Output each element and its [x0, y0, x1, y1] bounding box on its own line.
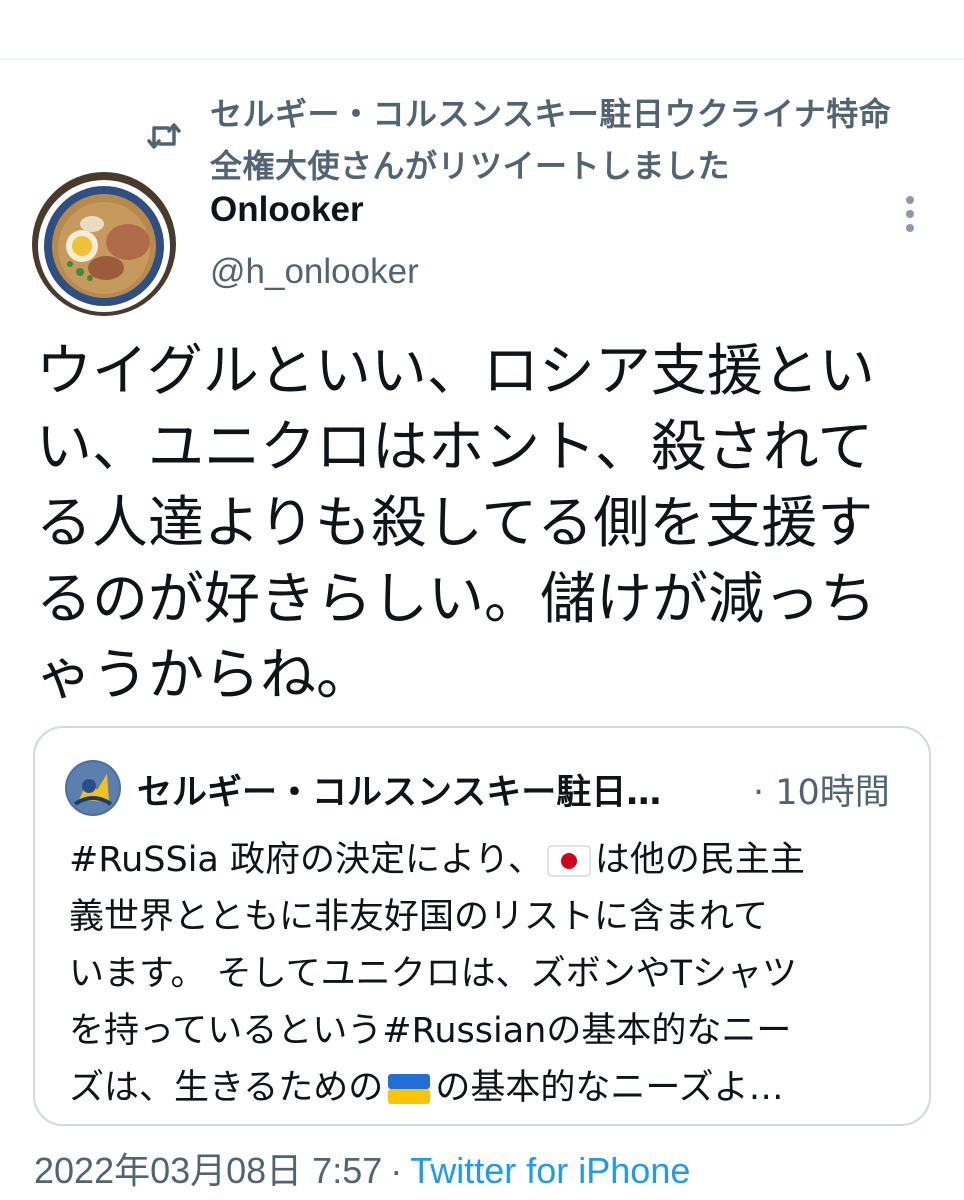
quoted-text-line: ズは、生きるための の基本的なニーズよ… — [69, 1060, 919, 1117]
header-divider — [0, 58, 964, 60]
tweet-text-line: るのが好きらしい。儲けが減っち — [36, 567, 876, 632]
quoted-text-fragment: の基本的なニーズよ… — [435, 1068, 784, 1108]
top-header — [0, 0, 964, 58]
more-options-icon[interactable] — [894, 192, 926, 236]
tweet-meta: 2022年03月08日 7:57 · Twitter for iPhone — [34, 1142, 690, 1194]
retweet-label-line2: 全権大使さんがリツイートしました — [210, 147, 731, 185]
quoted-text-line: 義世界とともに非友好国のリストに含まれて — [69, 897, 768, 937]
quoted-tweet-time: · 10時間 — [753, 773, 890, 813]
retweet-label-line1: セルギー・コルスンスキー駐日ウクライナ特命 — [210, 95, 892, 133]
quoted-text-line: #RuSSia 政府の決定により、 は他の民主主 — [69, 832, 919, 889]
tweet-text-line: ウイグルといい、ロシア支援とい — [36, 339, 875, 404]
retweet-context[interactable]: セルギー・コルスンスキー駐日ウクライナ特命 全権大使さんがリツイートしました — [140, 88, 950, 188]
tweet-source-link[interactable]: Twitter for iPhone — [410, 1150, 690, 1191]
tweet-timestamp[interactable]: 2022年03月08日 7:57 — [34, 1150, 382, 1191]
quoted-author-name: セルギー・コルスンスキー駐日… — [137, 773, 662, 813]
quoted-author-avatar — [65, 760, 121, 816]
retweet-label: セルギー・コルスンスキー駐日ウクライナ特命 全権大使さんがリツイートしました — [210, 88, 950, 192]
quoted-text-fragment: #RuSSia 政府の決定により、 — [69, 840, 543, 880]
tweet-text-line: ゃうからね。 — [36, 643, 372, 708]
tweet-text: ウイグルといい、ロシア支援とい い、ユニクロはホント、殺されて る人達よりも殺し… — [36, 334, 936, 714]
retweet-icon — [146, 118, 182, 154]
author-handle[interactable]: @h_onlooker — [210, 252, 419, 292]
tweet-text-line: る人達よりも殺してる側を支援す — [36, 491, 874, 556]
quoted-text-line: を持っているという#Russianの基本的なニー — [69, 1011, 792, 1051]
quoted-text-line: います。 そしてユニクロは、ズボンやTシャツ — [69, 954, 797, 994]
author-display-name[interactable]: Onlooker — [210, 190, 364, 230]
quoted-tweet-card[interactable]: セルギー・コルスンスキー駐日… · 10時間 #RuSSia 政府の決定により、… — [33, 726, 931, 1126]
quoted-text-fragment: は他の民主主 — [594, 840, 805, 880]
quoted-text-fragment: ズは、生きるための — [69, 1068, 384, 1108]
ukraine-flag-icon — [388, 1074, 431, 1104]
tweet-text-line: い、ユニクロはホント、殺されて — [36, 415, 874, 480]
author-avatar[interactable] — [32, 172, 176, 316]
quoted-tweet-text: #RuSSia 政府の決定により、 は他の民主主 義世界とともに非友好国のリストに… — [69, 832, 919, 1117]
meta-separator: · — [390, 1150, 403, 1191]
japan-flag-icon — [547, 845, 591, 877]
